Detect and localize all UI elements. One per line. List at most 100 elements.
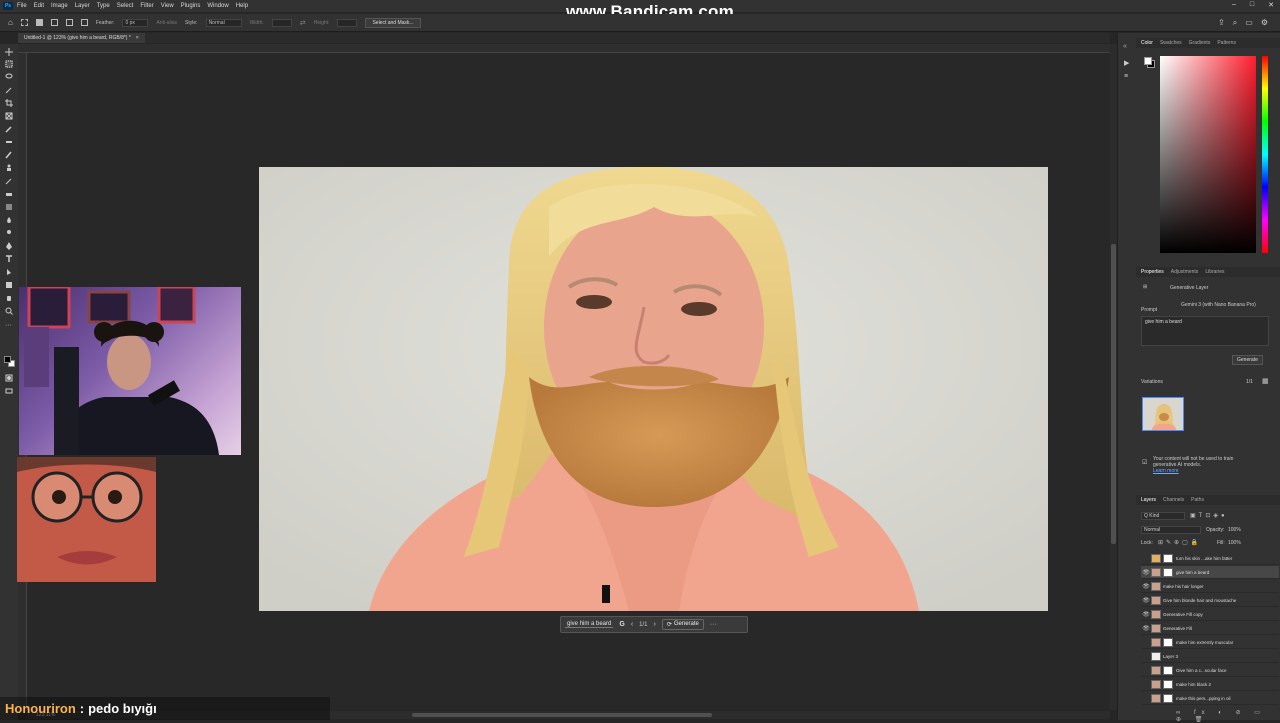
layer-kind-filter[interactable]: Q Kind bbox=[1141, 512, 1185, 520]
play-actions-icon[interactable]: ▶ bbox=[1124, 59, 1129, 67]
tab-swatches[interactable]: Swatches bbox=[1160, 40, 1182, 46]
menu-plugins[interactable]: Plugins bbox=[181, 3, 201, 9]
layer-footer-icons[interactable]: ∞ fx ◐ ⊘ ▭ ⊕ 🗑 bbox=[1176, 709, 1280, 723]
layer-filter-icons[interactable]: ▣T⊡◈● bbox=[1190, 512, 1228, 519]
menu-layer[interactable]: Layer bbox=[75, 3, 90, 9]
visibility-toggle-icon[interactable]: 👁 bbox=[1141, 583, 1151, 590]
menu-file[interactable]: File bbox=[17, 3, 27, 9]
search-icon[interactable]: ⌕ bbox=[1233, 18, 1237, 28]
menu-select[interactable]: Select bbox=[117, 3, 134, 9]
horizontal-scroll-thumb[interactable] bbox=[412, 713, 712, 717]
style-select[interactable]: Normal bbox=[205, 18, 242, 27]
brush-tool-icon[interactable] bbox=[5, 151, 13, 159]
more-tools-icon[interactable]: ··· bbox=[5, 322, 13, 331]
next-variation-icon[interactable]: › bbox=[654, 621, 656, 628]
history-brush-icon[interactable] bbox=[5, 177, 13, 185]
foreground-color-swatch[interactable] bbox=[4, 356, 11, 363]
layer-mask-thumbnail[interactable] bbox=[1163, 637, 1173, 647]
layer-row[interactable]: turn his skin ...ake him fatter bbox=[1141, 552, 1279, 565]
new-selection-icon[interactable] bbox=[35, 19, 43, 26]
more-options-icon[interactable]: ··· bbox=[710, 621, 717, 628]
model-select[interactable]: Gemini 3 (with Nano Banana Pro) bbox=[1181, 302, 1256, 308]
fill-input[interactable]: 100% bbox=[1228, 540, 1241, 546]
menu-type[interactable]: Type bbox=[97, 3, 110, 9]
menu-image[interactable]: Image bbox=[51, 3, 68, 9]
menu-window[interactable]: Window bbox=[207, 3, 228, 9]
properties-icon[interactable]: ≡ bbox=[1124, 73, 1128, 80]
settings-icon[interactable]: ⚙ bbox=[1261, 18, 1268, 27]
lock-icons[interactable]: ⊞✎⊕▢🔒 bbox=[1158, 539, 1201, 546]
vertical-scroll-thumb[interactable] bbox=[1111, 244, 1116, 544]
lasso-tool-icon[interactable] bbox=[5, 73, 13, 81]
blend-mode-select[interactable]: Normal bbox=[1141, 526, 1201, 534]
close-window-icon[interactable]: ✕ bbox=[1268, 1, 1274, 9]
prompt-textarea[interactable]: give him a beard bbox=[1141, 316, 1269, 346]
maximize-icon[interactable]: □ bbox=[1250, 1, 1254, 9]
marquee-tool-icon[interactable] bbox=[20, 19, 28, 26]
menu-filter[interactable]: Filter bbox=[140, 3, 153, 9]
color-picker-field[interactable] bbox=[1160, 56, 1256, 253]
select-and-mask-button[interactable]: Select and Mask... bbox=[365, 17, 421, 28]
layer-row[interactable]: 👁 Give him blonde hair and moustache bbox=[1141, 594, 1279, 607]
menu-edit[interactable]: Edit bbox=[34, 3, 44, 9]
panel-foreground-swatch[interactable] bbox=[1144, 57, 1152, 65]
learn-more-link[interactable]: Learn more bbox=[1153, 468, 1179, 474]
type-tool-icon[interactable] bbox=[5, 255, 13, 263]
layer-row[interactable]: make him black 2 bbox=[1141, 678, 1279, 691]
vertical-scrollbar[interactable] bbox=[1110, 44, 1117, 710]
dodge-tool-icon[interactable] bbox=[5, 229, 13, 237]
subtract-selection-icon[interactable] bbox=[65, 19, 73, 26]
path-selection-icon[interactable] bbox=[5, 268, 13, 276]
share-icon[interactable]: ⇪ bbox=[1218, 18, 1225, 27]
collapse-panels-icon[interactable]: « bbox=[1123, 43, 1127, 50]
swap-icon[interactable]: ⇄ bbox=[300, 19, 306, 27]
crop-tool-icon[interactable] bbox=[5, 99, 13, 107]
gradient-tool-icon[interactable] bbox=[5, 203, 13, 211]
screen-mode-icon[interactable] bbox=[5, 387, 13, 395]
tab-paths[interactable]: Paths bbox=[1191, 497, 1204, 503]
layer-mask-thumbnail[interactable] bbox=[1163, 693, 1173, 703]
tab-color[interactable]: Color bbox=[1141, 40, 1153, 46]
object-selection-icon[interactable] bbox=[5, 86, 13, 94]
layer-mask-thumbnail[interactable] bbox=[1163, 553, 1173, 563]
layer-row[interactable]: Give him a c...scular face bbox=[1141, 664, 1279, 677]
task-bar-generate-button[interactable]: ⟳ Generate bbox=[661, 619, 704, 630]
layer-mask-thumbnail[interactable] bbox=[1163, 567, 1173, 577]
layer-row[interactable]: make this pers...pping in oil bbox=[1141, 692, 1279, 705]
healing-brush-icon[interactable] bbox=[5, 138, 13, 146]
rectangular-marquee-icon[interactable] bbox=[5, 60, 13, 68]
visibility-toggle-icon[interactable]: 👁 bbox=[1141, 625, 1151, 632]
task-bar-prompt[interactable]: give him a beard bbox=[565, 621, 614, 628]
antialias-checkbox[interactable]: Anti-alias bbox=[156, 20, 177, 26]
home-icon[interactable]: ⌂ bbox=[8, 18, 13, 27]
properties-generate-button[interactable]: Generate bbox=[1232, 355, 1263, 365]
add-selection-icon[interactable] bbox=[50, 19, 58, 26]
close-tab-icon[interactable]: × bbox=[136, 35, 139, 41]
menu-help[interactable]: Help bbox=[236, 3, 248, 9]
grid-view-icon[interactable]: ▦ bbox=[1262, 377, 1269, 385]
hue-slider[interactable] bbox=[1262, 56, 1268, 253]
width-input[interactable] bbox=[271, 18, 292, 27]
zoom-tool-icon[interactable] bbox=[5, 307, 13, 315]
previous-variation-icon[interactable]: ‹ bbox=[631, 621, 633, 628]
eraser-tool-icon[interactable] bbox=[5, 190, 13, 198]
variation-thumbnail[interactable] bbox=[1142, 397, 1184, 431]
layer-row-selected[interactable]: 👁 give him a beard bbox=[1141, 566, 1279, 579]
eyedropper-icon[interactable] bbox=[5, 125, 13, 133]
menu-view[interactable]: View bbox=[161, 3, 174, 9]
blur-tool-icon[interactable] bbox=[5, 216, 13, 224]
tab-properties[interactable]: Properties bbox=[1141, 269, 1164, 275]
layer-row[interactable]: Layer 3 bbox=[1141, 650, 1279, 663]
tab-adjustments[interactable]: Adjustments bbox=[1171, 269, 1199, 275]
visibility-toggle-icon[interactable]: 👁 bbox=[1141, 569, 1151, 576]
document-image[interactable] bbox=[259, 167, 1048, 611]
tab-channels[interactable]: Channels bbox=[1163, 497, 1184, 503]
intersect-selection-icon[interactable] bbox=[80, 19, 88, 26]
visibility-toggle-icon[interactable]: 👁 bbox=[1141, 597, 1151, 604]
layer-row[interactable]: 👁 Generative Fill copy bbox=[1141, 608, 1279, 621]
variations-label[interactable]: Variations bbox=[1141, 379, 1163, 385]
workspace-icon[interactable]: ▭ bbox=[1245, 18, 1253, 27]
minimize-icon[interactable]: – bbox=[1232, 1, 1236, 9]
info-checkbox-icon[interactable]: ☑ bbox=[1142, 459, 1147, 466]
model-g-icon[interactable]: G bbox=[619, 621, 624, 628]
